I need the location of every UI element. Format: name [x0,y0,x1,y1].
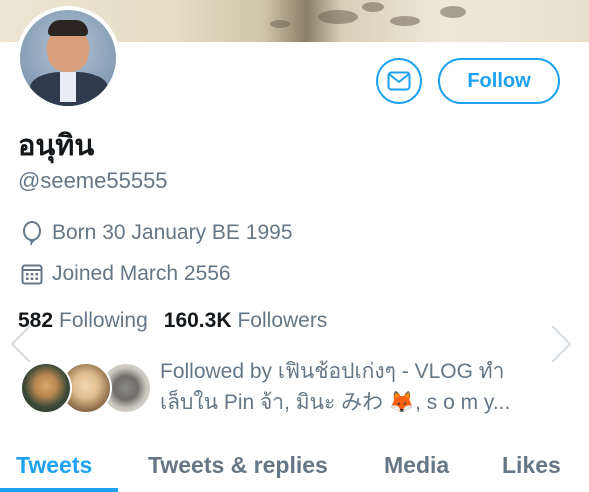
user-handle: @seeme55555 [18,168,168,193]
chevron-left-icon[interactable] [8,324,34,364]
profile-tabs: Tweets Tweets & replies Media Likes [0,448,589,492]
birthdate-row: Born 30 January BE 1995 [20,221,293,245]
display-name: อนุทิน [18,130,95,162]
followers-link[interactable]: 160.3K Followers [164,309,328,333]
message-button[interactable] [376,58,422,104]
followers-count: 160.3K [163,309,232,332]
tab-tweets[interactable]: Tweets [16,452,92,479]
followed-by-line-2: เล็บใน Pin จ้า, มินะ みわ 🦊, s o m y... [160,391,511,414]
following-label: Following [59,309,148,332]
followed-by-line-1: Followed by เฟินช้อปเก่งๆ - VLOG ทำ [160,360,505,383]
joined-row: Joined March 2556 [20,262,231,286]
followed-by-avatars[interactable] [20,362,152,416]
avatar [20,362,72,414]
follow-stats: 582 Following 160.3K Followers [18,309,343,333]
tab-likes[interactable]: Likes [502,452,561,479]
profile-avatar[interactable] [16,6,120,110]
followed-by-text[interactable]: Followed by เฟินช้อปเก่งๆ - VLOG ทำ เล็บ… [160,356,560,418]
joined-text: Joined March 2556 [52,262,231,285]
calendar-icon [20,262,44,286]
tab-tweets-and-replies[interactable]: Tweets & replies [148,452,328,479]
active-tab-indicator [0,488,118,492]
following-link[interactable]: 582 Following [18,309,148,333]
balloon-icon [20,221,44,245]
birthdate-text: Born 30 January BE 1995 [52,221,293,244]
tab-media[interactable]: Media [384,452,449,479]
followers-label: Followers [237,309,328,332]
envelope-icon [387,71,411,91]
follow-button[interactable]: Follow [438,58,560,104]
avatar-image [20,10,116,106]
